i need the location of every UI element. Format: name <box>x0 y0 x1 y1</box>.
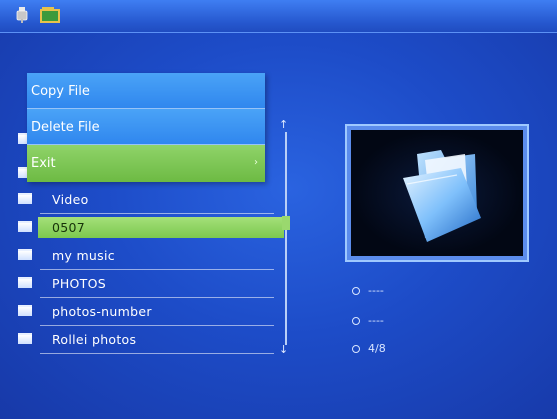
scrollbar-track[interactable] <box>285 132 287 345</box>
folder-icon <box>18 333 32 344</box>
menu-item-delete-file[interactable]: Delete File <box>27 109 265 145</box>
info-line-3: 4/8 <box>352 342 386 355</box>
folder-icon <box>403 150 481 242</box>
file-list-item[interactable]: PHOTOS <box>12 270 280 298</box>
info-line-2: ---- <box>352 314 384 327</box>
folder-icon <box>18 305 32 316</box>
file-index-counter: 4/8 <box>368 342 386 355</box>
menu-item-label: Exit <box>31 156 56 171</box>
file-list-item-label: 0507 <box>52 220 86 235</box>
file-list-item-label: PHOTOS <box>52 276 106 291</box>
scroll-up-arrow-icon[interactable]: ↑ <box>279 118 288 131</box>
photo-frame-screen: Video 0507 my music PHOTOS photos-number… <box>0 0 557 419</box>
circle-icon <box>352 345 360 353</box>
usb-icon <box>16 7 28 23</box>
folder-icon <box>18 193 32 204</box>
menu-item-exit[interactable]: Exit › <box>27 145 265 182</box>
menu-item-label: Delete File <box>31 120 100 135</box>
preview-image <box>351 130 523 256</box>
scroll-down-arrow-icon[interactable]: ↓ <box>279 343 288 356</box>
file-list-item-label: my music <box>52 248 115 263</box>
folder-icon <box>18 221 32 232</box>
file-list-item[interactable]: my music <box>12 242 280 270</box>
file-list-item-selected[interactable]: 0507 <box>12 214 284 242</box>
folder-icon <box>18 277 32 288</box>
info-line-1: ---- <box>352 284 384 297</box>
memory-card-icon <box>40 7 60 23</box>
file-list-item-label: Rollei photos <box>52 332 137 347</box>
info-value: ---- <box>368 314 384 327</box>
circle-icon <box>352 287 360 295</box>
folder-icon <box>18 249 32 260</box>
top-status-bar <box>0 0 557 33</box>
file-list-item[interactable]: Rollei photos <box>12 326 280 354</box>
file-list-item[interactable]: Video <box>12 186 280 214</box>
circle-icon <box>352 317 360 325</box>
scrollbar-thumb[interactable] <box>282 216 290 230</box>
file-list-item[interactable]: photos-number <box>12 298 280 326</box>
menu-item-label: Copy File <box>31 84 90 99</box>
file-list-item-label: Video <box>52 192 89 207</box>
row-divider <box>40 353 274 354</box>
info-value: ---- <box>368 284 384 297</box>
menu-item-copy-file[interactable]: Copy File <box>27 73 265 109</box>
chevron-right-icon: › <box>254 157 258 168</box>
file-list-item-label: photos-number <box>52 304 152 319</box>
preview-pane <box>345 124 529 262</box>
context-menu: Copy File Delete File Exit › <box>27 73 265 182</box>
